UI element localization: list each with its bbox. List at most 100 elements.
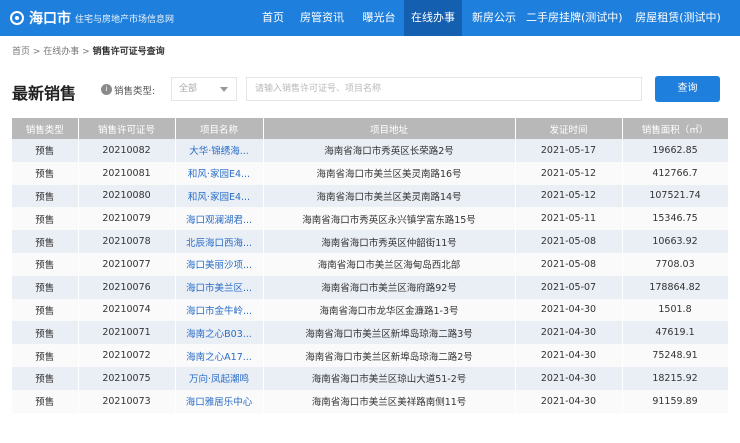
cell-project-address: 海南省海口市秀英区仲韶街11号 <box>263 230 516 253</box>
breadcrumb-current: 销售许可证号查询 <box>92 47 165 57</box>
table-row: 预售 20210081 和风·家园E4... 海南省海口市美兰区美灵南路16号 2021… <box>12 161 729 185</box>
cell-sale-type: 预售 <box>12 366 79 390</box>
cell-issue-date: 2021-05-07 <box>515 275 623 299</box>
cell-project-address: 海南省海口市秀英区永兴镇学富东路15号 <box>263 207 516 231</box>
cell-project-address: 海南省海口市龙华区金濂路1-3号 <box>263 298 516 322</box>
site-logo-icon <box>10 11 24 25</box>
query-button[interactable]: 查询 <box>655 76 720 102</box>
cell-project-address: 海南省海口市美兰区琼山大道51-2号 <box>263 366 516 390</box>
cell-permit-number: 20210074 <box>78 298 176 322</box>
column-header-sales-area: 销售面积（㎡） <box>622 118 729 139</box>
cell-issue-date: 2021-04-30 <box>515 298 623 322</box>
cell-permit-number: 20210076 <box>78 275 176 299</box>
cell-project-address: 海南省海口市美兰区新埠岛琼海二路2号 <box>263 344 516 367</box>
cell-permit-number: 20210081 <box>78 161 176 185</box>
table-row: 预售 20210075 万向·凤起潮鸣 海南省海口市美兰区琼山大道51-2号 2021-… <box>12 366 729 390</box>
cell-sales-area: 10663.92 <box>622 230 729 253</box>
breadcrumb: 首页 > 在线办事 > 销售许可证号查询 <box>12 44 165 57</box>
cell-sales-area: 91159.89 <box>622 389 729 413</box>
cell-issue-date: 2021-04-30 <box>515 321 623 345</box>
table-row: 预售 20210076 海口市美兰区... 海南省海口市美兰区海府路92号 2021-0… <box>12 275 729 299</box>
cell-sale-type: 预售 <box>12 321 79 345</box>
cell-project-name[interactable]: 大华·锦绣海... <box>175 139 264 162</box>
column-header-permit-number: 销售许可证号 <box>78 118 176 139</box>
cell-project-name[interactable]: 海口市美兰区... <box>175 275 264 299</box>
table-header-row: 销售类型 销售许可证号 项目名称 项目地址 发证时间 销售面积（㎡） <box>12 118 729 139</box>
breadcrumb-separator: > <box>79 47 93 57</box>
nav-home[interactable]: 首页 <box>256 0 290 36</box>
cell-permit-number: 20210075 <box>78 366 176 390</box>
cell-sales-area: 1501.8 <box>622 298 729 322</box>
nav-new-homes[interactable]: 新房公示 <box>462 0 526 36</box>
sale-type-value: 全部 <box>179 84 198 94</box>
cell-project-name[interactable]: 海南之心B03... <box>175 321 264 345</box>
cell-project-address: 海南省海口市秀英区长荣路2号 <box>263 139 516 162</box>
nav-news[interactable]: 房管资讯 <box>290 0 354 36</box>
cell-sale-type: 预售 <box>12 207 79 231</box>
cell-permit-number: 20210079 <box>78 207 176 231</box>
cell-sale-type: 预售 <box>12 184 79 208</box>
nav-exposure[interactable]: 曝光台 <box>354 0 404 36</box>
sale-type-select[interactable]: 全部 <box>171 77 237 101</box>
cell-sales-area: 75248.91 <box>622 344 729 367</box>
cell-project-name[interactable]: 北辰海口西海... <box>175 230 264 253</box>
table-row: 预售 20210072 海南之心A17... 海南省海口市美兰区新埠岛琼海二路2号 20… <box>12 344 729 367</box>
cell-sale-type: 预售 <box>12 344 79 367</box>
cell-sales-area: 7708.03 <box>622 252 729 276</box>
site-logo[interactable]: 海口市 住宅与房地产市场信息网 <box>10 0 174 36</box>
cell-permit-number: 20210072 <box>78 344 176 367</box>
sale-type-label: 销售类型: <box>114 86 156 97</box>
cell-sale-type: 预售 <box>12 230 79 253</box>
site-subtitle: 住宅与房地产市场信息网 <box>75 14 175 25</box>
chevron-down-icon <box>220 87 228 92</box>
cell-project-address: 海南省海口市美兰区海府路92号 <box>263 275 516 299</box>
cell-project-name[interactable]: 万向·凤起潮鸣 <box>175 366 264 390</box>
cell-project-name[interactable]: 海口美丽沙项... <box>175 252 264 276</box>
cell-sales-area: 47619.1 <box>622 321 729 345</box>
cell-sales-area: 107521.74 <box>622 184 729 208</box>
cell-sales-area: 15346.75 <box>622 207 729 231</box>
nav-online-services[interactable]: 在线办事 <box>404 0 462 36</box>
sales-permit-table: 销售类型 销售许可证号 项目名称 项目地址 发证时间 销售面积（㎡） 预售 202… <box>12 118 729 413</box>
cell-permit-number: 20210073 <box>78 389 176 413</box>
cell-permit-number: 20210077 <box>78 252 176 276</box>
cell-project-name[interactable]: 海口市金牛岭... <box>175 298 264 322</box>
cell-sale-type: 预售 <box>12 275 79 299</box>
site-name: 海口市 <box>29 11 71 27</box>
table-row: 预售 20210071 海南之心B03... 海南省海口市美兰区新埠岛琼海二路3号 20… <box>12 321 729 345</box>
cell-issue-date: 2021-04-30 <box>515 344 623 367</box>
cell-project-name[interactable]: 海南之心A17... <box>175 344 264 367</box>
table-row: 预售 20210073 海口雅居乐中心 海南省海口市美兰区美祥路南侧11号 2021-0… <box>12 389 729 413</box>
cell-project-name[interactable]: 海口雅居乐中心 <box>175 389 264 413</box>
cell-project-name[interactable]: 和风·家园E4... <box>175 184 264 208</box>
cell-permit-number: 20210078 <box>78 230 176 253</box>
search-input[interactable] <box>246 77 642 101</box>
cell-project-name[interactable]: 和风·家园E4... <box>175 161 264 185</box>
nav-resale[interactable]: 二手房挂牌(测试中) <box>526 0 623 36</box>
breadcrumb-online-services[interactable]: 在线办事 <box>43 47 79 57</box>
cell-sale-type: 预售 <box>12 139 79 162</box>
column-header-project-address: 项目地址 <box>263 118 516 139</box>
cell-permit-number: 20210080 <box>78 184 176 208</box>
cell-issue-date: 2021-05-12 <box>515 161 623 185</box>
breadcrumb-home[interactable]: 首页 <box>12 47 30 57</box>
table-row: 预售 20210074 海口市金牛岭... 海南省海口市龙华区金濂路1-3号 2021-… <box>12 298 729 322</box>
cell-sale-type: 预售 <box>12 161 79 185</box>
cell-sales-area: 412766.7 <box>622 161 729 185</box>
cell-issue-date: 2021-04-30 <box>515 366 623 390</box>
cell-issue-date: 2021-04-30 <box>515 389 623 413</box>
column-header-issue-date: 发证时间 <box>515 118 623 139</box>
cell-issue-date: 2021-05-08 <box>515 252 623 276</box>
cell-issue-date: 2021-05-08 <box>515 230 623 253</box>
cell-issue-date: 2021-05-11 <box>515 207 623 231</box>
section-title: 最新销售 <box>12 84 77 103</box>
cell-sale-type: 预售 <box>12 389 79 413</box>
table-row: 预售 20210077 海口美丽沙项... 海南省海口市美兰区海甸岛西北部 2021-0… <box>12 252 729 276</box>
cell-project-address: 海南省海口市美兰区美灵南路14号 <box>263 184 516 208</box>
cell-project-name[interactable]: 海口观澜湖君... <box>175 207 264 231</box>
cell-sales-area: 19662.85 <box>622 139 729 162</box>
cell-issue-date: 2021-05-12 <box>515 184 623 208</box>
nav-rental[interactable]: 房屋租赁(测试中) <box>622 0 734 36</box>
breadcrumb-separator: > <box>30 47 44 57</box>
top-nav-bar: 海口市 住宅与房地产市场信息网 首页 房管资讯 曝光台 在线办事 新房公示 二手… <box>0 0 740 36</box>
